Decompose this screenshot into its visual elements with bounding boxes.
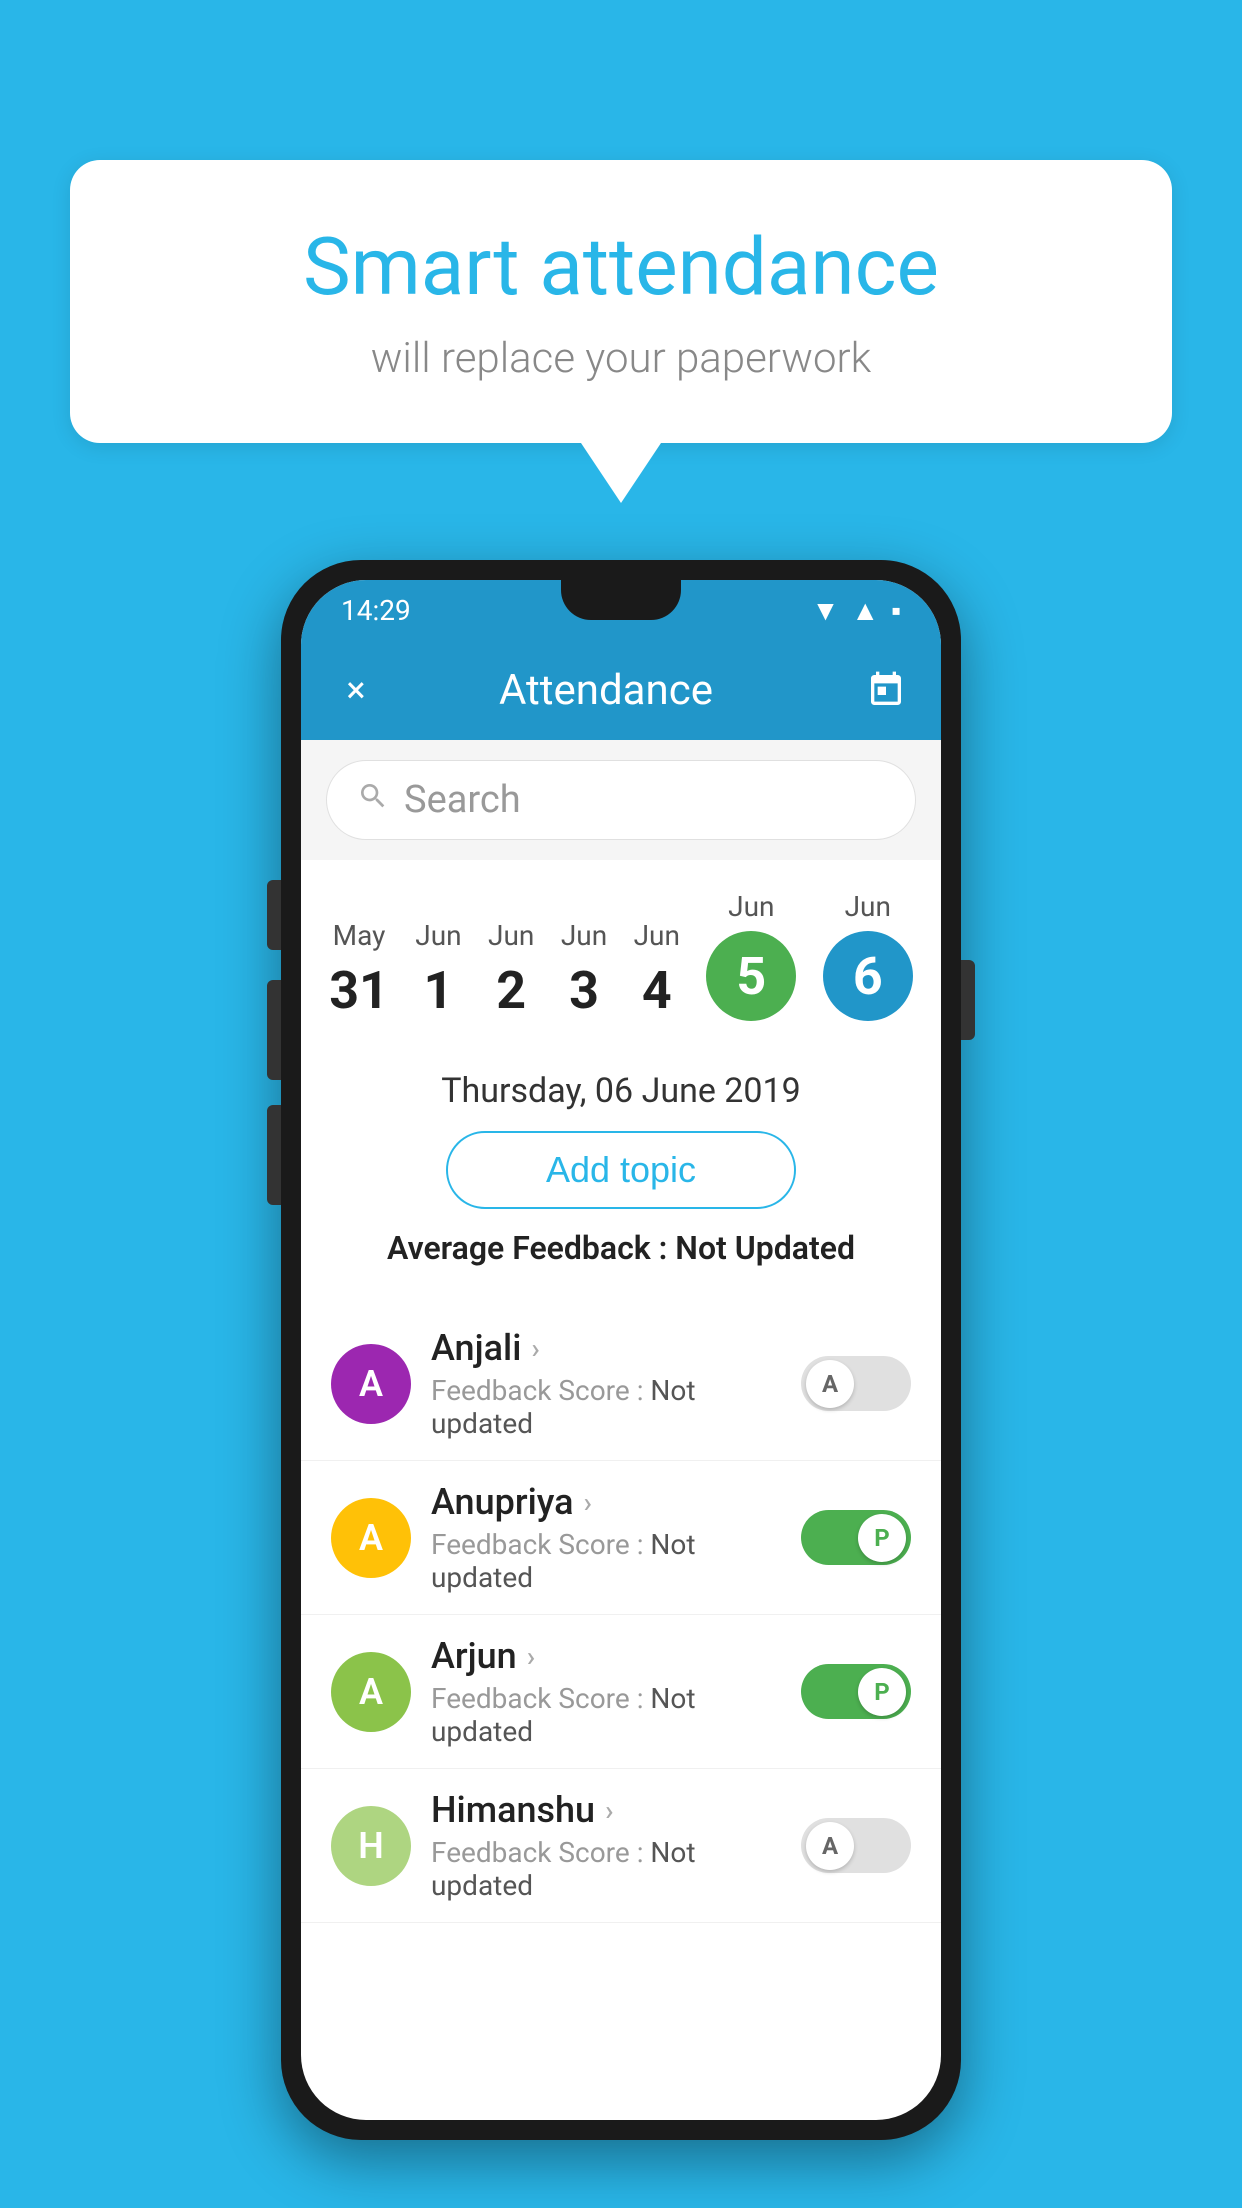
speech-bubble-title: Smart attendance bbox=[150, 220, 1092, 314]
app-bar: × Attendance bbox=[301, 640, 941, 740]
avatar-anjali: A bbox=[331, 1344, 411, 1424]
phone-notch bbox=[561, 580, 681, 620]
date-item-4[interactable]: Jun 4 bbox=[622, 909, 692, 1031]
search-placeholder: Search bbox=[404, 778, 521, 822]
average-feedback: Average Feedback : Not Updated bbox=[331, 1229, 911, 1267]
phone-device: 14:29 ▼ ▲ ▪ × Attendance bbox=[281, 560, 961, 2140]
app-bar-title: Attendance bbox=[351, 666, 861, 715]
student-info-arjun: Arjun › Feedback Score : Not updated bbox=[431, 1635, 781, 1748]
speech-bubble-arrow bbox=[581, 443, 661, 503]
chevron-right-icon: › bbox=[527, 1640, 535, 1673]
date-item-5[interactable]: Jun 5 bbox=[694, 880, 808, 1031]
avatar-arjun: A bbox=[331, 1652, 411, 1732]
date-scroll[interactable]: May 31 Jun 1 Jun 2 Jun 3 Jun 4 bbox=[301, 860, 941, 1041]
volume-button-up bbox=[267, 980, 281, 1080]
student-info-anjali: Anjali › Feedback Score : Not updated bbox=[431, 1327, 781, 1440]
toggle-anjali[interactable]: A bbox=[801, 1356, 911, 1411]
battery-icon: ▪ bbox=[891, 594, 901, 627]
phone-outer-shell: 14:29 ▼ ▲ ▪ × Attendance bbox=[281, 560, 961, 2140]
toggle-anupriya[interactable]: P bbox=[801, 1510, 911, 1565]
student-item-anjali[interactable]: A Anjali › Feedback Score : Not updated … bbox=[301, 1307, 941, 1461]
chevron-right-icon: › bbox=[531, 1332, 539, 1365]
phone-screen: 14:29 ▼ ▲ ▪ × Attendance bbox=[301, 580, 941, 2120]
student-info-himanshu: Himanshu › Feedback Score : Not updated bbox=[431, 1789, 781, 1902]
calendar-icon-button[interactable] bbox=[861, 665, 911, 715]
power-button bbox=[961, 960, 975, 1040]
chevron-right-icon: › bbox=[584, 1486, 592, 1519]
speech-bubble: Smart attendance will replace your paper… bbox=[70, 160, 1172, 443]
avatar-anupriya: A bbox=[331, 1498, 411, 1578]
chevron-right-icon: › bbox=[605, 1794, 613, 1827]
volume-button-top bbox=[267, 880, 281, 950]
toggle-himanshu[interactable]: A bbox=[801, 1818, 911, 1873]
selected-date-text: Thursday, 06 June 2019 bbox=[331, 1071, 911, 1111]
avatar-himanshu: H bbox=[331, 1806, 411, 1886]
student-item-himanshu[interactable]: H Himanshu › Feedback Score : Not update… bbox=[301, 1769, 941, 1923]
wifi-icon: ▼ bbox=[812, 594, 840, 627]
student-item-arjun[interactable]: A Arjun › Feedback Score : Not updated P bbox=[301, 1615, 941, 1769]
signal-icon: ▲ bbox=[851, 594, 879, 627]
date-item-2[interactable]: Jun 2 bbox=[476, 909, 546, 1031]
content-area: Thursday, 06 June 2019 Add topic Average… bbox=[301, 1041, 941, 1307]
search-container: Search bbox=[301, 740, 941, 860]
search-icon bbox=[357, 780, 389, 820]
search-bar[interactable]: Search bbox=[326, 760, 916, 840]
speech-bubble-subtitle: will replace your paperwork bbox=[150, 334, 1092, 383]
date-item-3[interactable]: Jun 3 bbox=[549, 909, 619, 1031]
add-topic-button[interactable]: Add topic bbox=[446, 1131, 796, 1209]
toggle-arjun[interactable]: P bbox=[801, 1664, 911, 1719]
volume-button-down bbox=[267, 1105, 281, 1205]
date-item-0[interactable]: May 31 bbox=[317, 909, 401, 1031]
date-item-6[interactable]: Jun 6 bbox=[811, 880, 925, 1031]
date-item-1[interactable]: Jun 1 bbox=[403, 909, 473, 1031]
status-icons: ▼ ▲ ▪ bbox=[812, 594, 901, 627]
student-info-anupriya: Anupriya › Feedback Score : Not updated bbox=[431, 1481, 781, 1594]
status-time: 14:29 bbox=[341, 594, 411, 627]
speech-bubble-container: Smart attendance will replace your paper… bbox=[70, 160, 1172, 503]
student-list: A Anjali › Feedback Score : Not updated … bbox=[301, 1307, 941, 1923]
student-item-anupriya[interactable]: A Anupriya › Feedback Score : Not update… bbox=[301, 1461, 941, 1615]
